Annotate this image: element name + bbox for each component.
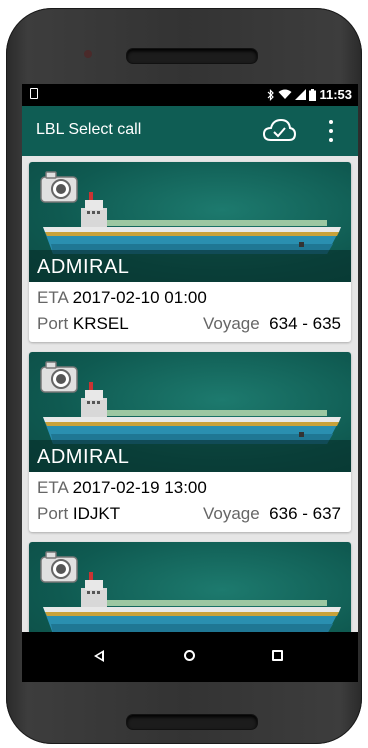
home-icon[interactable] (184, 650, 195, 661)
app-toolbar: LBL Select call (22, 106, 358, 156)
camera-icon[interactable] (39, 550, 79, 584)
front-camera (84, 50, 92, 58)
back-icon[interactable] (94, 650, 104, 662)
call-details: ETA 2017-02-19 13:00 Port IDJKT Voyage 6… (29, 472, 351, 532)
voyage-label: Voyage (202, 504, 260, 523)
port-label: Port (37, 314, 69, 333)
eta-label: ETA (37, 288, 68, 307)
call-card[interactable]: ADMIRAL ETA 2017-02-19 13:00 Port IDJKT … (29, 352, 351, 532)
system-nav-bar (22, 632, 358, 682)
vessel-name: ADMIRAL (37, 256, 130, 278)
cloud-check-icon[interactable] (262, 117, 296, 143)
port-value: KRSEL (72, 314, 129, 333)
eta-label: ETA (37, 478, 68, 497)
status-icons: 11:53 (267, 87, 352, 102)
voyage-row: Voyage 636 - 637 (203, 504, 341, 524)
vessel-image: ADMIRAL (29, 162, 351, 282)
port-row: Port KRSEL (37, 314, 129, 334)
recents-icon[interactable] (272, 650, 283, 661)
bottom-speaker (126, 714, 258, 730)
voyage-label: Voyage (202, 314, 260, 333)
signal-icon (295, 89, 307, 100)
clock: 11:53 (319, 87, 352, 102)
call-list: ADMIRAL ETA 2017-02-10 01:00 Port KRSEL … (22, 156, 358, 632)
bluetooth-icon (268, 88, 275, 101)
camera-icon[interactable] (39, 360, 79, 394)
screen: 11:53 LBL Select call ADMIRAL ETA 2017-0… (22, 84, 358, 682)
notification-icon (30, 88, 38, 99)
eta-value: 2017-02-19 13:00 (72, 478, 207, 497)
voyage-value: 634 - 635 (269, 314, 341, 333)
vessel-image: ADMIRAL (29, 352, 351, 472)
page-title: LBL Select call (36, 121, 142, 138)
call-card[interactable] (29, 542, 351, 632)
overflow-menu-icon[interactable] (328, 120, 334, 142)
voyage-row: Voyage 634 - 635 (203, 314, 341, 334)
call-card[interactable]: ADMIRAL ETA 2017-02-10 01:00 Port KRSEL … (29, 162, 351, 342)
status-bar: 11:53 (22, 84, 358, 106)
wifi-icon (278, 89, 292, 99)
eta-row: ETA 2017-02-19 13:00 (37, 478, 207, 498)
vessel-name: ADMIRAL (37, 446, 130, 468)
camera-icon[interactable] (39, 170, 79, 204)
voyage-value: 636 - 637 (269, 504, 341, 523)
port-value: IDJKT (72, 504, 121, 523)
earpiece-speaker (126, 48, 258, 64)
port-row: Port IDJKT (37, 504, 120, 524)
eta-row: ETA 2017-02-10 01:00 (37, 288, 207, 308)
port-label: Port (37, 504, 69, 523)
eta-value: 2017-02-10 01:00 (72, 288, 207, 307)
call-details: ETA 2017-02-10 01:00 Port KRSEL Voyage 6… (29, 282, 351, 342)
vessel-image (29, 542, 351, 632)
battery-icon (309, 88, 317, 101)
